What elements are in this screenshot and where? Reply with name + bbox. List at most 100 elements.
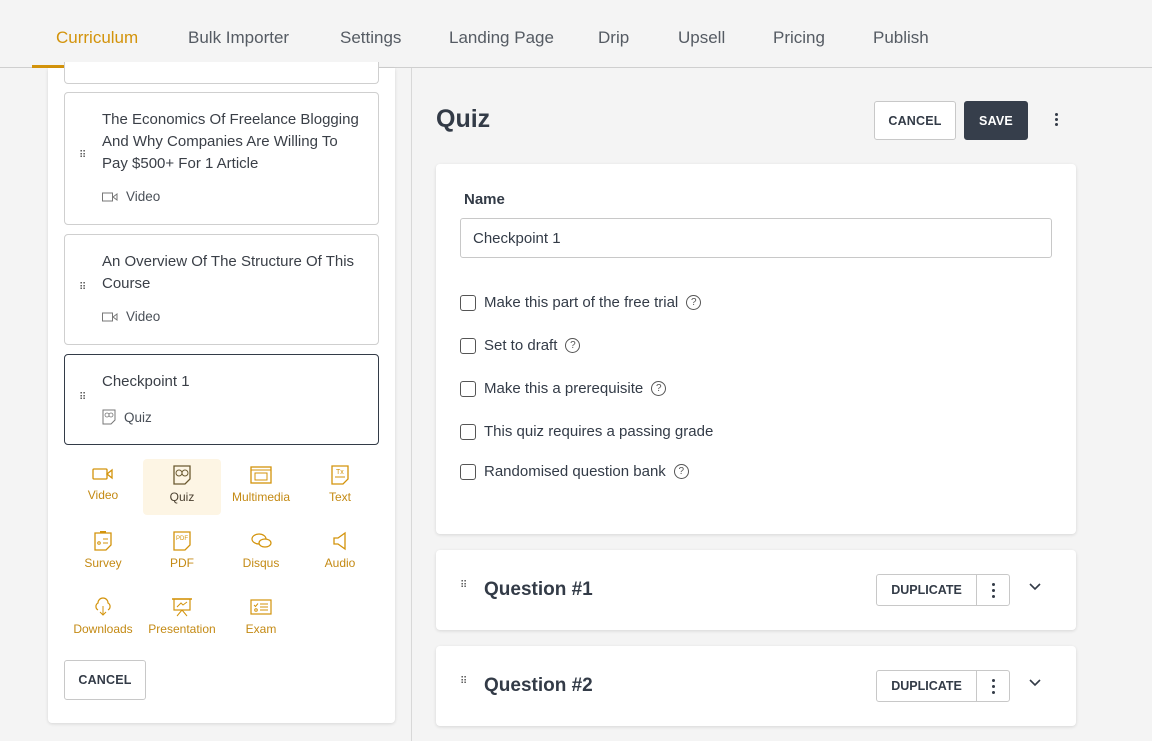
type-pdf[interactable]: PDF PDF	[143, 525, 221, 581]
option-label: Make this part of the free trial	[484, 294, 679, 311]
more-options-icon[interactable]	[1050, 111, 1062, 131]
type-label: Downloads	[73, 622, 133, 636]
option-prerequisite: Make this a prerequisite ?	[460, 380, 667, 397]
duplicate-group: DUPLICATE	[876, 670, 1010, 702]
drag-handle-icon[interactable]: ⠿	[460, 677, 467, 687]
passing-grade-checkbox[interactable]	[460, 423, 476, 440]
exam-icon	[250, 599, 272, 615]
prerequisite-checkbox[interactable]	[460, 380, 476, 397]
survey-icon	[94, 531, 112, 551]
free-trial-checkbox[interactable]	[460, 294, 476, 311]
type-quiz[interactable]: Quiz	[143, 459, 221, 515]
help-icon[interactable]: ?	[686, 295, 702, 310]
lesson-card-partial[interactable]	[64, 62, 379, 84]
drag-handle-icon[interactable]: ⠿	[79, 151, 87, 161]
duplicate-group: DUPLICATE	[876, 574, 1010, 606]
duplicate-button[interactable]: DUPLICATE	[877, 575, 977, 605]
type-text[interactable]: Tx Text	[301, 459, 379, 515]
type-label: PDF	[170, 556, 194, 570]
tab-publish[interactable]: Publish	[873, 28, 929, 48]
lesson-type: Video	[102, 309, 160, 324]
name-input[interactable]	[460, 218, 1052, 258]
type-label: Multimedia	[231, 490, 291, 504]
question-title: Question #2	[484, 675, 593, 696]
video-icon	[92, 468, 113, 480]
cancel-add-lesson-button[interactable]: CANCEL	[64, 660, 146, 700]
tab-pricing[interactable]: Pricing	[773, 28, 825, 48]
chevron-down-icon[interactable]	[1028, 582, 1042, 592]
cancel-button[interactable]: CANCEL	[874, 101, 956, 140]
question-card: ⠿ Question #1 DUPLICATE	[436, 550, 1076, 630]
audio-icon	[333, 531, 346, 551]
drag-handle-icon[interactable]: ⠿	[79, 283, 87, 293]
type-label: Disqus	[242, 556, 280, 570]
disqus-icon	[251, 533, 272, 548]
lesson-type-label: Quiz	[124, 409, 152, 425]
type-survey[interactable]: Survey	[64, 525, 142, 581]
lesson-title: The Economics Of Freelance Blogging And …	[102, 111, 359, 172]
type-label: Exam	[245, 622, 277, 636]
type-label: Video	[87, 488, 119, 502]
randomised-checkbox[interactable]	[460, 463, 476, 480]
question-card: ⠿ Question #2 DUPLICATE	[436, 646, 1076, 726]
option-label: This quiz requires a passing grade	[484, 423, 714, 440]
draft-checkbox[interactable]	[460, 337, 476, 354]
downloads-icon	[95, 597, 111, 616]
tab-settings[interactable]: Settings	[340, 28, 401, 48]
type-presentation[interactable]: Presentation	[143, 591, 221, 647]
type-label: Text	[328, 490, 351, 504]
pdf-icon: PDF	[173, 531, 191, 551]
lesson-type: Quiz	[102, 409, 152, 425]
type-exam[interactable]: Exam	[222, 591, 300, 647]
tab-drip[interactable]: Drip	[598, 28, 629, 48]
tab-upsell[interactable]: Upsell	[678, 28, 725, 48]
type-audio[interactable]: Audio	[301, 525, 379, 581]
name-label: Name	[464, 191, 505, 208]
type-label: Presentation	[148, 622, 216, 636]
drag-handle-icon[interactable]: ⠿	[460, 581, 467, 591]
type-video[interactable]: Video	[64, 459, 142, 515]
duplicate-button[interactable]: DUPLICATE	[877, 671, 977, 701]
tab-landing-page[interactable]: Landing Page	[449, 28, 554, 48]
curriculum-panel: ⠿ The Economics Of Freelance Blogging An…	[48, 62, 395, 723]
option-label: Make this a prerequisite	[484, 380, 644, 397]
question-title: Question #1	[484, 579, 593, 600]
text-icon: Tx	[331, 465, 349, 485]
question-more-icon[interactable]	[977, 671, 1009, 701]
type-disqus[interactable]: Disqus	[222, 525, 300, 581]
lesson-card[interactable]: ⠿ The Economics Of Freelance Blogging An…	[64, 92, 379, 225]
course-tabs: Curriculum Bulk Importer Settings Landin…	[0, 0, 1152, 68]
save-button[interactable]: SAVE	[964, 101, 1028, 140]
svg-text:PDF: PDF	[176, 536, 188, 542]
lesson-type-label: Video	[126, 309, 161, 324]
lesson-type-label: Video	[126, 189, 161, 204]
tab-curriculum[interactable]: Curriculum	[56, 28, 138, 48]
drag-handle-icon[interactable]: ⠿	[79, 393, 87, 403]
type-downloads[interactable]: Downloads	[64, 591, 142, 647]
lesson-title: Checkpoint 1	[102, 373, 190, 390]
presentation-icon	[172, 598, 192, 617]
question-more-icon[interactable]	[977, 575, 1009, 605]
chevron-down-icon[interactable]	[1028, 678, 1042, 688]
page-title: Quiz	[436, 105, 491, 133]
multimedia-icon	[250, 466, 272, 484]
help-icon[interactable]: ?	[651, 381, 667, 396]
type-label: Survey	[84, 556, 122, 570]
svg-text:Tx: Tx	[336, 469, 344, 476]
option-randomised: Randomised question bank ?	[460, 463, 689, 480]
tab-bulk-importer[interactable]: Bulk Importer	[188, 28, 289, 48]
quiz-settings-card: Name Make this part of the free trial ? …	[436, 164, 1076, 534]
help-icon[interactable]: ?	[565, 338, 581, 353]
type-label: Audio	[324, 556, 356, 570]
lesson-card-selected[interactable]: ⠿ Checkpoint 1 Quiz	[64, 354, 379, 445]
option-label: Randomised question bank	[484, 463, 666, 480]
lesson-card[interactable]: ⠿ An Overview Of The Structure Of This C…	[64, 234, 379, 345]
option-label: Set to draft	[484, 337, 558, 354]
option-free-trial: Make this part of the free trial ?	[460, 294, 702, 311]
panel-divider	[411, 68, 412, 741]
help-icon[interactable]: ?	[673, 464, 689, 479]
quiz-icon	[102, 409, 116, 425]
type-multimedia[interactable]: Multimedia	[222, 459, 300, 515]
video-icon	[102, 312, 118, 321]
quiz-icon	[173, 465, 191, 485]
